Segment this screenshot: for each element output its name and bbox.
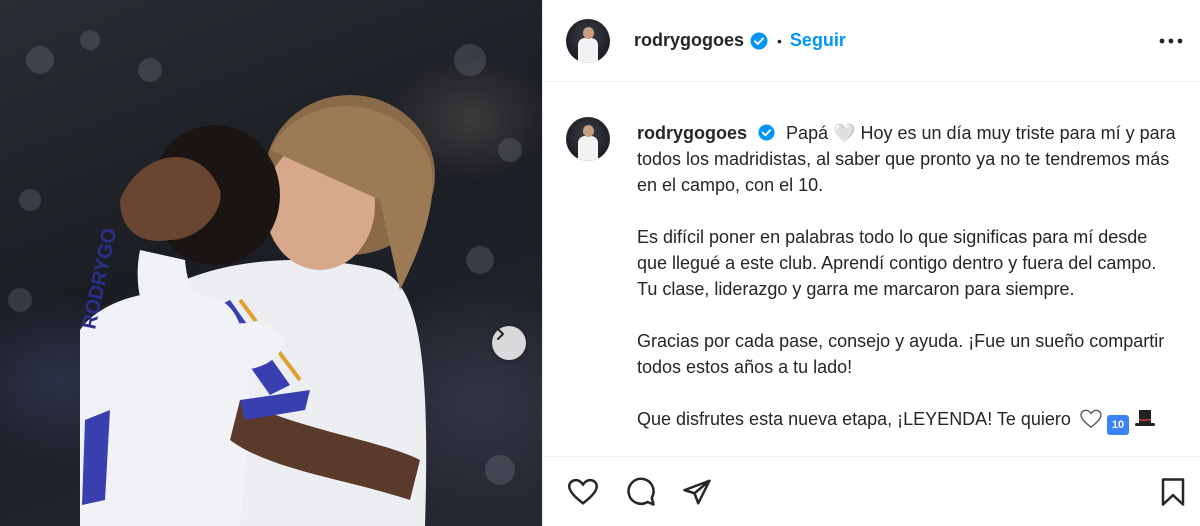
caption-username[interactable]: rodrygogoes — [637, 123, 747, 143]
post-caption: rodrygogoes Papá 🤍 Hoy es un día muy tri… — [637, 120, 1177, 455]
caption-area: rodrygogoes Papá 🤍 Hoy es un día muy tri… — [543, 83, 1200, 455]
more-options-icon[interactable] — [1156, 28, 1186, 54]
like-button[interactable] — [565, 474, 601, 510]
heart-icon — [568, 478, 598, 505]
next-photo-button[interactable] — [492, 326, 526, 360]
chevron-right-icon — [497, 328, 504, 340]
separator-dot: • — [777, 32, 782, 49]
verified-badge-icon — [758, 124, 775, 141]
post-actions-bar — [543, 456, 1200, 526]
ten-badge: 10 — [1106, 415, 1129, 435]
post-side-pane: rodrygogoes • Seguir rodrygogoes Papá 🤍 … — [543, 0, 1200, 526]
share-button[interactable] — [679, 474, 715, 510]
comment-icon — [627, 477, 655, 506]
author-avatar[interactable] — [566, 18, 610, 63]
author-username[interactable]: rodrygogoes — [634, 30, 744, 51]
share-icon — [683, 479, 711, 505]
caption-author-avatar[interactable] — [566, 117, 610, 161]
post-header: rodrygogoes • Seguir — [543, 0, 1200, 82]
caption-paragraph: Gracias por cada pase, consejo y ayuda. … — [637, 331, 1165, 377]
bookmark-icon — [1161, 478, 1185, 506]
white-heart-icon — [1080, 409, 1102, 429]
save-button[interactable] — [1155, 474, 1191, 510]
photo-illustration: RODRYGO — [8, 30, 522, 526]
follow-button[interactable]: Seguir — [790, 30, 846, 51]
top-hat-icon — [1134, 410, 1155, 426]
post-photo[interactable]: RODRYGO — [0, 0, 542, 526]
comment-button[interactable] — [623, 474, 659, 510]
caption-paragraph: Es difícil poner en palabras todo lo que… — [637, 227, 1157, 299]
verified-badge-icon — [750, 32, 768, 50]
caption-last-line: Que disfrutes esta nueva etapa, ¡LEYENDA… — [637, 409, 1071, 429]
